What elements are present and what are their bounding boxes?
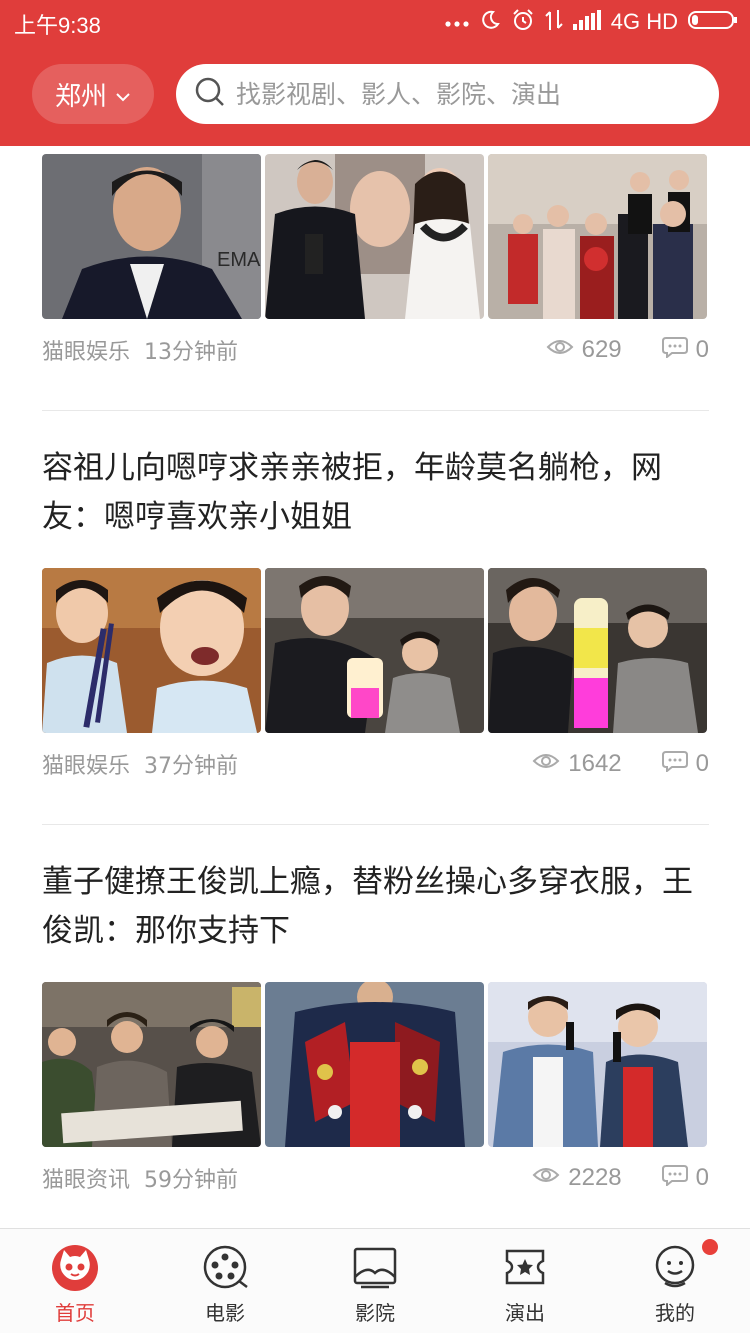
- tab-shows[interactable]: 演出: [450, 1229, 600, 1333]
- cat-home-icon: [49, 1241, 101, 1293]
- profile-face-icon: [649, 1241, 701, 1293]
- comment-count[interactable]: 0: [661, 1164, 709, 1193]
- status-icons: 4G HD: [445, 6, 738, 38]
- news-source: 猫眼娱乐: [42, 340, 131, 365]
- bottom-tab-bar: 首页 电影 影院 演出 我的: [0, 1228, 750, 1333]
- news-image: [488, 568, 707, 733]
- status-time: 上午9:38: [14, 13, 101, 38]
- svg-text:EMAR: EMAR: [217, 249, 261, 271]
- news-time: 37分钟前: [144, 754, 239, 779]
- news-time: 13分钟前: [144, 340, 239, 365]
- news-image: [42, 568, 261, 733]
- news-meta: 猫眼娱乐 37分钟前 1642 0: [42, 747, 709, 781]
- tab-label: 我的: [655, 1301, 695, 1325]
- view-count: 1642: [532, 750, 622, 778]
- search-icon: [194, 76, 226, 112]
- news-item[interactable]: 容祖儿向嗯哼求亲亲被拒，年龄莫名躺枪，网友：嗯哼喜欢亲小姐姐 猫眼娱乐 37分钟…: [42, 444, 709, 781]
- data-arrows-icon: [545, 8, 563, 36]
- comment-count[interactable]: 0: [661, 750, 709, 779]
- view-count: 2228: [532, 1164, 622, 1192]
- tab-label: 影院: [355, 1301, 395, 1325]
- news-image: [265, 568, 484, 733]
- signal-icon: [572, 10, 601, 34]
- notification-badge: [702, 1239, 718, 1255]
- news-meta: 猫眼资讯 59分钟前 2228 0: [42, 1161, 709, 1195]
- news-image: [42, 982, 261, 1147]
- divider: [42, 824, 709, 825]
- news-image: EMAR: [42, 154, 261, 319]
- eye-icon: [532, 1164, 560, 1192]
- more-dots-icon: [445, 13, 469, 32]
- news-image: [488, 982, 707, 1147]
- news-image: [265, 982, 484, 1147]
- news-time: 59分钟前: [144, 1168, 239, 1193]
- comment-bubble-icon: [661, 1164, 688, 1193]
- battery-icon: [688, 10, 738, 34]
- news-image: [488, 154, 707, 319]
- divider: [42, 410, 709, 411]
- news-images: [42, 568, 709, 733]
- comment-count[interactable]: 0: [661, 336, 709, 365]
- news-feed[interactable]: EMAR: [0, 146, 750, 1228]
- moon-icon: [479, 9, 501, 35]
- tab-movies[interactable]: 电影: [150, 1229, 300, 1333]
- tab-cinemas[interactable]: 影院: [300, 1229, 450, 1333]
- news-meta: 猫眼娱乐 13分钟前 629 0: [42, 333, 709, 367]
- view-count: 629: [546, 336, 622, 364]
- city-selector[interactable]: 郑州: [32, 64, 154, 124]
- eye-icon: [532, 750, 560, 778]
- chevron-down-icon: [115, 79, 131, 109]
- comment-bubble-icon: [661, 336, 688, 365]
- cinema-screen-icon: [349, 1241, 401, 1293]
- status-bar: 上午9:38 4G HD: [0, 0, 750, 44]
- ticket-star-icon: [499, 1241, 551, 1293]
- tab-home[interactable]: 首页: [0, 1229, 150, 1333]
- comment-bubble-icon: [661, 750, 688, 779]
- news-source: 猫眼娱乐: [42, 754, 131, 779]
- news-item[interactable]: 董子健撩王俊凯上瘾，替粉丝操心多穿衣服，王俊凯：那你支持下 猫眼资讯 59分钟前…: [42, 858, 709, 1195]
- alarm-icon: [511, 8, 535, 36]
- film-reel-icon: [199, 1241, 251, 1293]
- tab-label: 首页: [55, 1301, 95, 1325]
- news-item[interactable]: EMAR: [42, 154, 709, 367]
- search-bar[interactable]: [176, 64, 719, 124]
- news-source: 猫眼资讯: [42, 1168, 131, 1193]
- search-input[interactable]: [236, 79, 716, 109]
- news-title[interactable]: 董子健撩王俊凯上瘾，替粉丝操心多穿衣服，王俊凯：那你支持下: [42, 858, 709, 956]
- tab-profile[interactable]: 我的: [600, 1229, 750, 1333]
- news-image: [265, 154, 484, 319]
- eye-icon: [546, 336, 574, 364]
- top-header: 上午9:38 4G HD 郑州: [0, 0, 750, 146]
- tab-label: 电影: [205, 1301, 245, 1325]
- network-label: 4G HD: [610, 9, 678, 34]
- city-label: 郑州: [54, 81, 107, 112]
- news-title[interactable]: 容祖儿向嗯哼求亲亲被拒，年龄莫名躺枪，网友：嗯哼喜欢亲小姐姐: [42, 444, 709, 542]
- tab-label: 演出: [505, 1301, 545, 1325]
- news-images: EMAR: [42, 154, 709, 319]
- news-images: [42, 982, 709, 1147]
